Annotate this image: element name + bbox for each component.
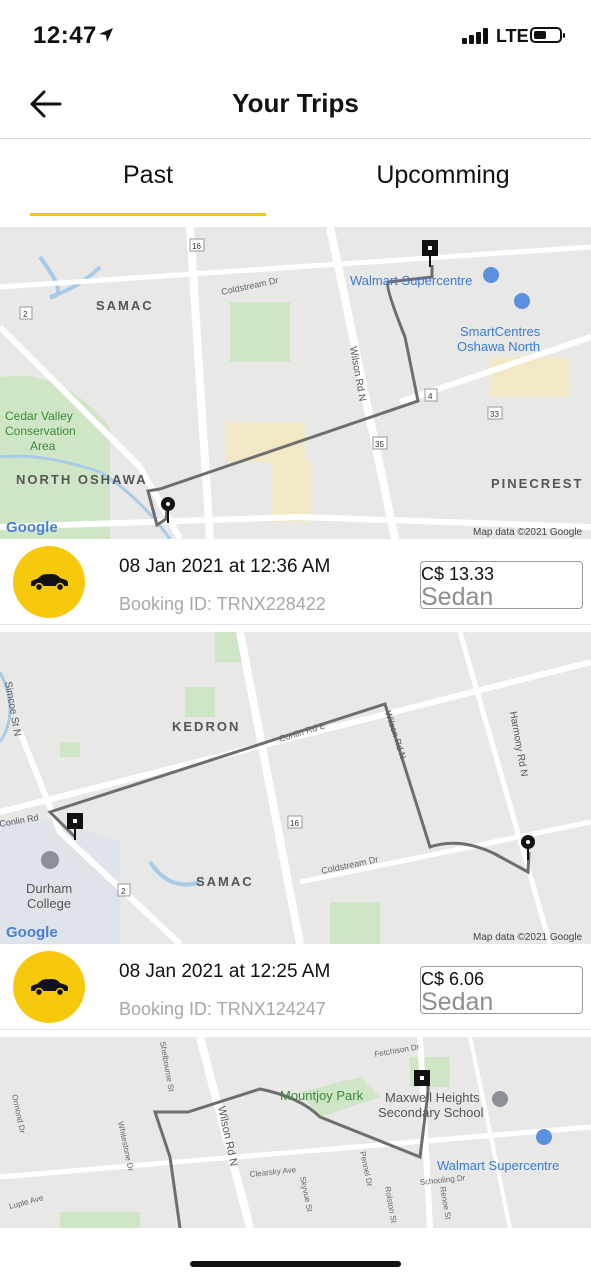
- trip-map[interactable]: Mountjoy Park Maxwell Heights Secondary …: [0, 1037, 591, 1228]
- network-type: LTE: [496, 26, 529, 46]
- map-label: Area: [30, 439, 56, 453]
- booking-id: Booking ID: TRNX228422: [119, 594, 326, 614]
- map-label: PINECREST: [491, 476, 583, 491]
- map-label: 16: [192, 242, 201, 251]
- map-label: SAMAC: [196, 874, 254, 889]
- vehicle-type: Sedan: [421, 583, 494, 611]
- trip-map[interactable]: SAMAC Coldstream Dr Walmart Supercentre …: [0, 227, 591, 539]
- map-label: College: [27, 896, 71, 911]
- map-label: Mountjoy Park: [280, 1088, 364, 1103]
- vehicle-badge: [13, 951, 85, 1023]
- home-indicator[interactable]: [190, 1261, 401, 1267]
- map-attribution: Map data ©2021 Google: [473, 527, 583, 538]
- car-icon: [31, 574, 68, 592]
- trip-map[interactable]: KEDRON Conlin Rd E Simcoe St N Wilson Rd…: [0, 632, 591, 944]
- map-label: SAMAC: [96, 298, 154, 313]
- map-label: NORTH OSHAWA: [16, 472, 148, 487]
- map-label: Secondary School: [378, 1105, 484, 1120]
- map-label: KEDRON: [172, 719, 240, 734]
- map-label: 2: [121, 887, 126, 896]
- home-bar: [0, 1228, 591, 1280]
- map-label: Conservation: [5, 424, 76, 438]
- map-label: Walmart Supercentre: [437, 1158, 559, 1173]
- tab-upcoming[interactable]: Upcomming: [325, 161, 561, 190]
- map-label: 35: [375, 440, 384, 449]
- booking-id: Booking ID: TRNX124247: [119, 999, 326, 1019]
- car-icon: [31, 979, 68, 997]
- map-label: SmartCentres: [460, 324, 541, 339]
- trip-date: 08 Jan 2021 at 12:36 AM: [119, 556, 331, 577]
- map-label: 4: [428, 392, 433, 401]
- trip-date: 08 Jan 2021 at 12:25 AM: [119, 961, 331, 982]
- page-title: Your Trips: [232, 88, 359, 118]
- status-time: 12:47: [33, 22, 97, 49]
- fare-amount: C$ 13.33: [421, 564, 495, 584]
- google-logo: Google: [6, 519, 58, 536]
- fare-box: C$ 6.06 Sedan: [420, 966, 583, 1016]
- vehicle-badge: [13, 546, 85, 618]
- trip-row[interactable]: 08 Jan 2021 at 12:25 AM Booking ID: TRNX…: [0, 945, 591, 1030]
- map-label: Durham: [26, 881, 72, 896]
- map-label: Walmart Supercentre: [350, 273, 472, 288]
- map-attribution: Map data ©2021 Google: [473, 932, 583, 943]
- map-label: Cedar Valley: [5, 409, 73, 423]
- status-bar: 12:47 LTE: [0, 0, 591, 70]
- map-label: Oshawa North: [457, 339, 540, 354]
- fare-amount: C$ 6.06: [421, 969, 485, 989]
- battery-icon: [530, 27, 565, 43]
- location-arrow-icon: [99, 28, 113, 42]
- app-header: Your Trips: [0, 70, 591, 139]
- cellular-signal-icon: [462, 28, 488, 44]
- trip-tabs: Past Upcomming: [0, 139, 591, 225]
- tab-past[interactable]: Past: [30, 161, 266, 190]
- trip-row[interactable]: 08 Jan 2021 at 12:36 AM Booking ID: TRNX…: [0, 540, 591, 625]
- map-label: 2: [23, 310, 28, 319]
- fare-box: C$ 13.33 Sedan: [420, 561, 583, 611]
- map-label: 16: [290, 819, 299, 828]
- vehicle-type: Sedan: [421, 988, 494, 1016]
- map-label: Maxwell Heights: [385, 1090, 480, 1105]
- map-label: 33: [490, 410, 499, 419]
- active-tab-indicator: [30, 213, 266, 216]
- google-logo: Google: [6, 924, 58, 941]
